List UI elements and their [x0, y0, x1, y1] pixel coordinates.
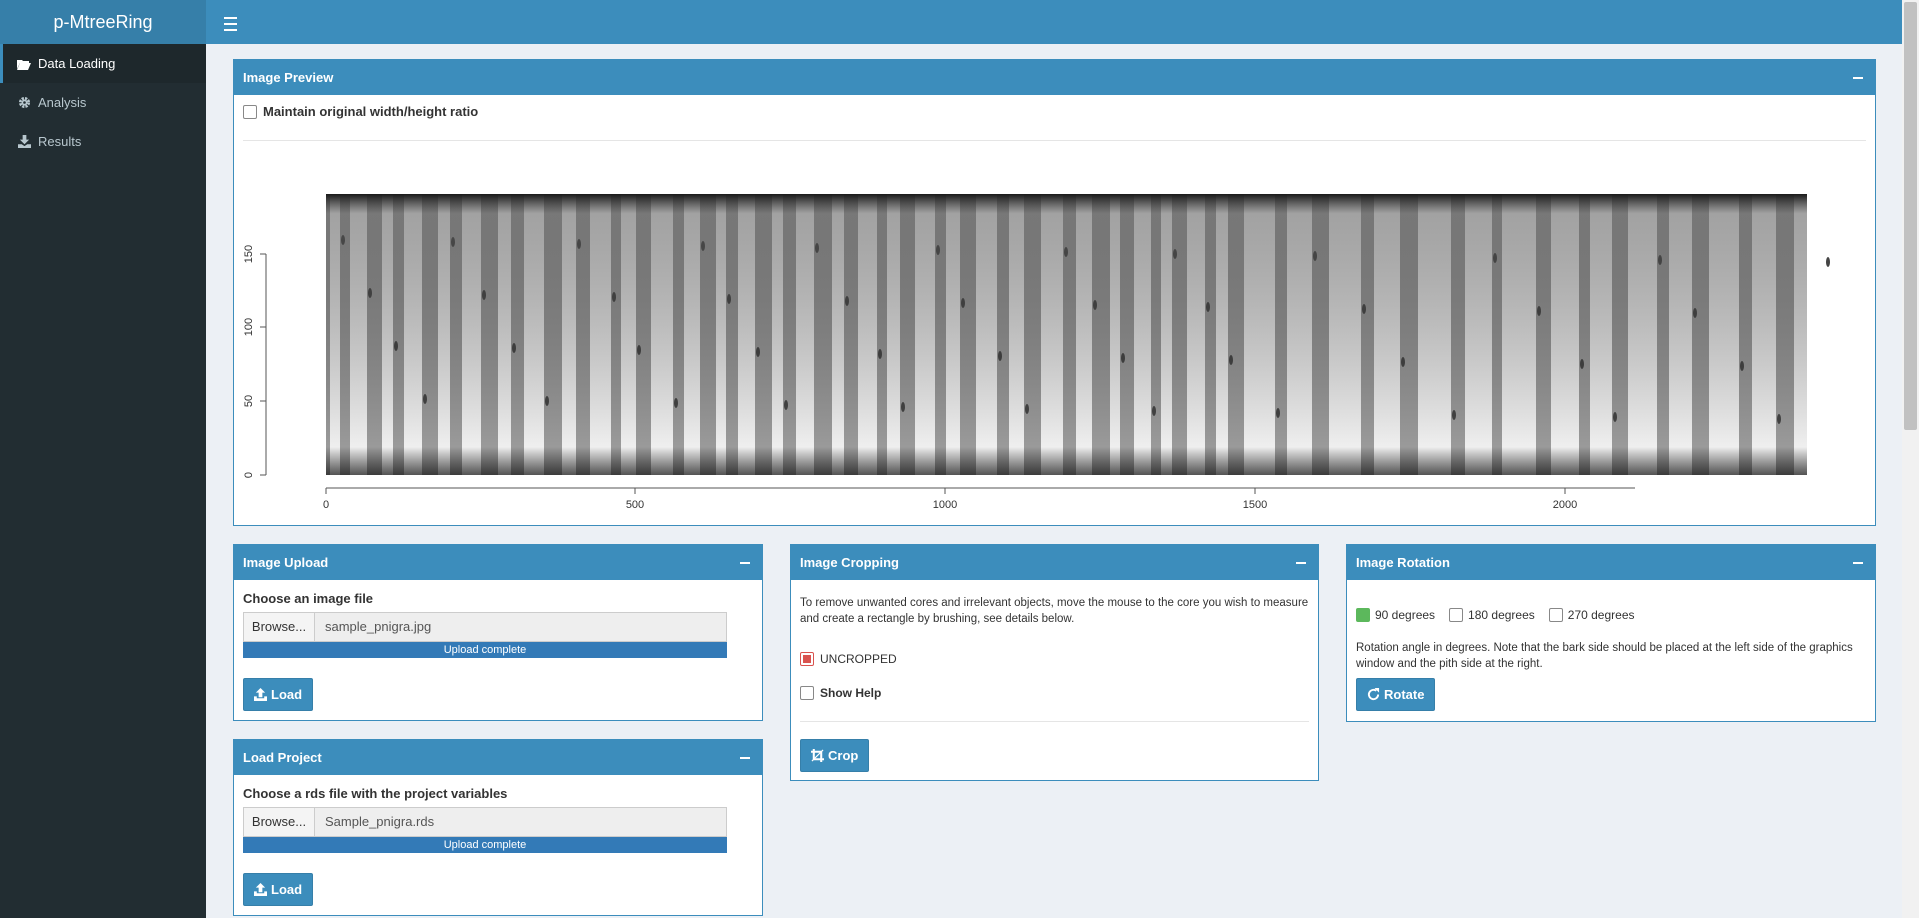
box-title: Image Rotation [1356, 555, 1450, 570]
project-progress-bar: Upload complete [243, 837, 727, 853]
browse-button[interactable]: Browse... [244, 613, 315, 641]
uncropped-status: UNCROPPED [800, 652, 897, 666]
cropping-description: To remove unwanted cores and irrelevant … [800, 597, 1309, 625]
upload-icon [254, 883, 267, 896]
x-tick-label: 1000 [933, 499, 957, 511]
upload-icon [254, 688, 267, 701]
folder-open-icon [16, 56, 32, 72]
box-title: Image Cropping [800, 555, 899, 570]
upload-progress-bar: Upload complete [243, 642, 727, 658]
collapse-button[interactable] [738, 545, 752, 580]
y-tick-label: 50 [243, 395, 255, 407]
image-plot[interactable]: 0 50 100 150 0 500 1000 1500 2000 [234, 150, 1875, 525]
rotation-option-180[interactable]: 180 degrees [1449, 608, 1535, 622]
box-header: Image Preview [234, 60, 1875, 95]
sidebar-item-label: Data Loading [38, 56, 116, 71]
rotation-option-270[interactable]: 270 degrees [1548, 608, 1635, 622]
image-file-input[interactable]: Browse... sample_pnigra.jpg [243, 612, 727, 642]
ratio-label: Maintain original width/height ratio [263, 104, 479, 119]
crop-icon [811, 749, 824, 762]
status-indicator [800, 652, 814, 666]
gear-icon [16, 95, 32, 111]
project-prompt: Choose a rds file with the project varia… [243, 786, 508, 801]
box-header: Image Upload [234, 545, 762, 580]
x-tick-label: 1500 [1243, 499, 1267, 511]
load-project-box: Load Project Choose a rds file with the … [233, 739, 763, 916]
box-header: Image Cropping [791, 545, 1318, 580]
image-preview-box: Image Preview Maintain original width/he… [233, 59, 1876, 526]
y-tick-label: 150 [243, 245, 255, 263]
collapse-button[interactable] [1294, 545, 1308, 580]
status-label: UNCROPPED [820, 652, 897, 666]
sidebar-item-analysis[interactable]: Analysis [0, 83, 206, 122]
load-image-button[interactable]: Load [243, 678, 314, 711]
show-help-checkbox[interactable] [800, 686, 814, 700]
rotation-checkbox[interactable] [1449, 608, 1464, 622]
box-title: Load Project [243, 750, 322, 765]
button-label: Load [271, 687, 303, 702]
rotation-option-label: 90 degrees [1375, 608, 1436, 622]
rotation-options: 90 degrees 180 degrees 270 degrees [1356, 608, 1635, 622]
top-navbar [206, 0, 1919, 44]
show-help-label: Show Help [820, 686, 882, 700]
divider [800, 721, 1309, 722]
y-axis: 0 50 100 150 [243, 245, 266, 478]
show-help-checkbox-row[interactable]: Show Help [800, 686, 881, 700]
download-icon [16, 134, 32, 150]
y-tick-label: 0 [243, 472, 255, 478]
tree-core-image [326, 194, 1830, 475]
file-name-field[interactable]: sample_pnigra.jpg [315, 613, 726, 641]
app-logo[interactable]: p-MtreeRing [0, 0, 206, 44]
rotation-option-90[interactable]: 90 degrees [1356, 608, 1435, 622]
image-cropping-box: Image Cropping To remove unwanted cores … [790, 544, 1319, 781]
x-tick-label: 0 [323, 499, 329, 511]
button-label: Crop [828, 748, 859, 763]
crop-button[interactable]: Crop [800, 739, 870, 772]
y-tick-label: 100 [243, 318, 255, 336]
load-project-button[interactable]: Load [243, 873, 314, 906]
file-name-field[interactable]: Sample_pnigra.rds [315, 808, 726, 836]
button-label: Load [271, 882, 303, 897]
divider [243, 140, 1866, 141]
sidebar-item-data-loading[interactable]: Data Loading [0, 44, 206, 83]
browse-button[interactable]: Browse... [244, 808, 315, 836]
upload-prompt: Choose an image file [243, 591, 374, 606]
image-rotation-box: Image Rotation 90 degrees 180 degrees 27… [1346, 544, 1876, 722]
sidebar-item-label: Analysis [38, 95, 87, 110]
ratio-checkbox[interactable] [243, 104, 257, 119]
sidebar-item-results[interactable]: Results [0, 122, 206, 161]
rotate-button[interactable]: Rotate [1356, 678, 1436, 711]
page-scrollbar[interactable] [1902, 0, 1919, 918]
box-title: Image Upload [243, 555, 329, 570]
rotation-checkbox[interactable] [1548, 608, 1563, 622]
x-tick-label: 500 [626, 499, 644, 511]
collapse-button[interactable] [1851, 60, 1865, 95]
sidebar: Data Loading Analysis Results [0, 44, 206, 918]
box-header: Load Project [234, 740, 762, 775]
rotation-checkbox[interactable] [1356, 608, 1370, 622]
image-upload-box: Image Upload Choose an image file Browse… [233, 544, 763, 721]
rotation-option-label: 270 degrees [1567, 608, 1635, 622]
x-axis: 0 500 1000 1500 2000 [323, 487, 1635, 511]
x-tick-label: 2000 [1553, 499, 1577, 511]
button-label: Rotate [1384, 687, 1425, 702]
sidebar-toggle-button[interactable] [220, 11, 242, 33]
sidebar-item-label: Results [38, 134, 82, 149]
collapse-button[interactable] [738, 740, 752, 775]
rotate-icon [1367, 688, 1380, 701]
box-header: Image Rotation [1347, 545, 1875, 580]
scrollbar-thumb[interactable] [1904, 2, 1917, 430]
box-title: Image Preview [243, 70, 334, 85]
rotation-note: Rotation angle in degrees. Note that the… [1356, 642, 1853, 670]
collapse-button[interactable] [1851, 545, 1865, 580]
project-file-input[interactable]: Browse... Sample_pnigra.rds [243, 807, 727, 837]
rotation-option-label: 180 degrees [1468, 608, 1535, 622]
ratio-checkbox-row[interactable]: Maintain original width/height ratio [243, 104, 478, 119]
